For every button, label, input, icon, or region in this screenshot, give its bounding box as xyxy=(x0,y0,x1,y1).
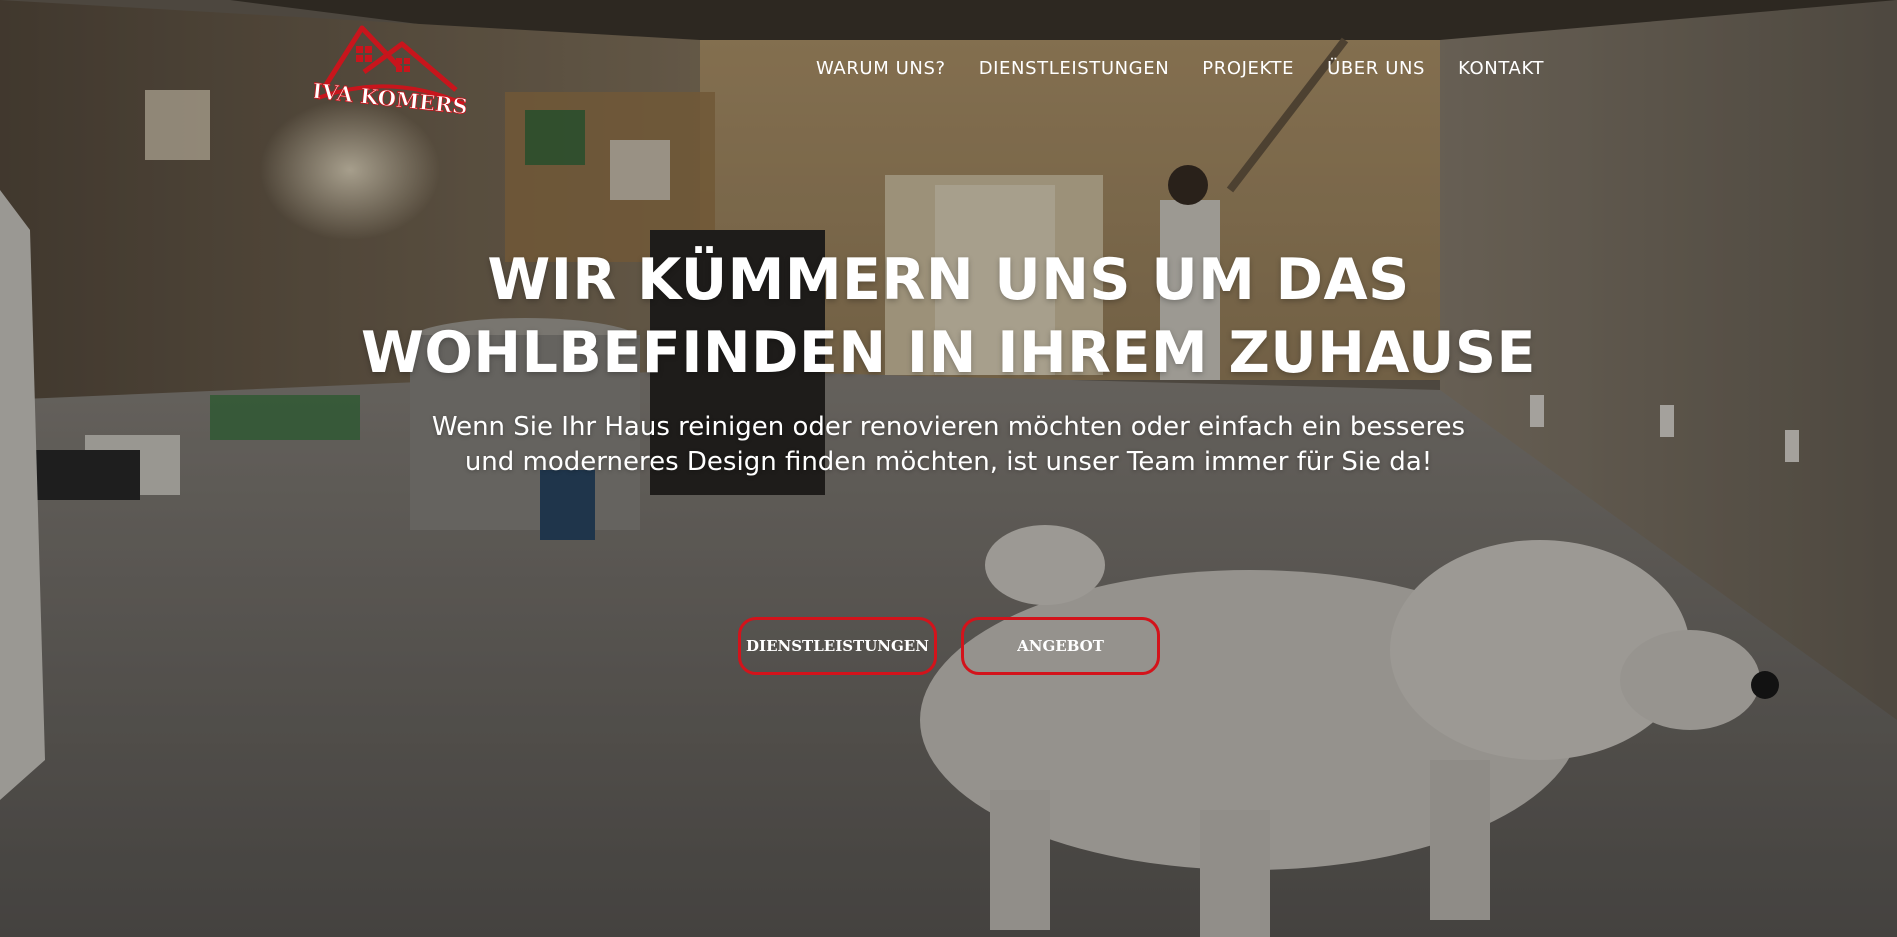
hero-headline: WIR KÜMMERN UNS UM DAS WOHLBEFINDEN IN I… xyxy=(0,244,1897,390)
nav-item-projekte[interactable]: PROJEKTE xyxy=(1202,58,1294,79)
hero-subline: Wenn Sie Ihr Haus reinigen oder renovier… xyxy=(431,412,1466,477)
main-navigation: WARUM UNS? DIENSTLEISTUNGEN PROJEKTE ÜBE… xyxy=(816,58,1544,79)
nav-item-dienstleistungen[interactable]: DIENSTLEISTUNGEN xyxy=(979,58,1170,79)
services-button[interactable]: DIENSTLEISTUNGEN xyxy=(738,617,937,675)
hero-section: IVA KOMERS WARUM UNS? DIENSTLEISTUNGEN P… xyxy=(0,0,1897,937)
nav-item-warum-uns[interactable]: WARUM UNS? xyxy=(816,58,946,79)
nav-item-kontakt[interactable]: KONTAKT xyxy=(1458,58,1544,79)
brand-logo[interactable]: IVA KOMERS xyxy=(314,22,466,118)
hero-headline-line2: WOHLBEFINDEN IN IHREM ZUHAUSE xyxy=(361,320,1536,386)
offer-button[interactable]: ANGEBOT xyxy=(961,617,1160,675)
nav-item-ueber-uns[interactable]: ÜBER UNS xyxy=(1327,58,1425,79)
house-roof-icon: IVA KOMERS xyxy=(314,25,466,118)
hero-headline-line1: WIR KÜMMERN UNS UM DAS xyxy=(487,247,1410,313)
brand-name: IVA KOMERS xyxy=(314,78,466,118)
